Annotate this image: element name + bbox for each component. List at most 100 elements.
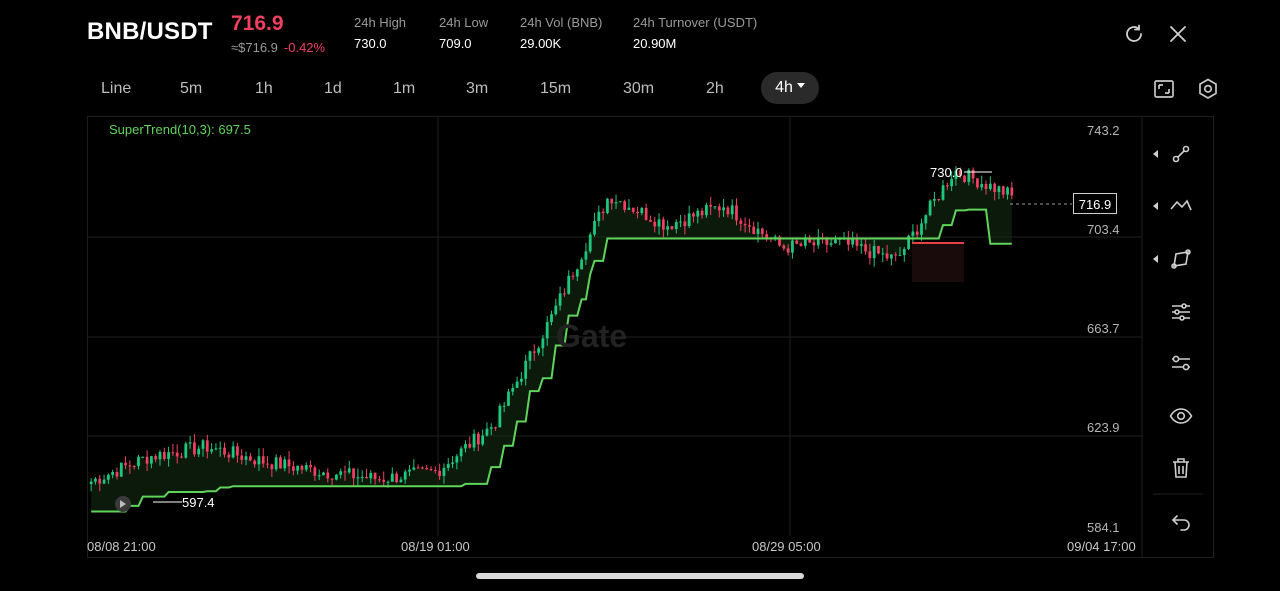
tab-15m[interactable]: 15m (540, 78, 571, 100)
candle-body (335, 474, 338, 480)
pair-title[interactable]: BNB/USDT (87, 18, 213, 46)
candle-body (231, 446, 235, 458)
caret-left-icon (1153, 202, 1158, 210)
caret-left-icon (1153, 150, 1158, 158)
candle-body (489, 427, 493, 429)
candle-body (442, 467, 446, 476)
rotate-icon[interactable] (1122, 22, 1146, 46)
adjust-sliders-icon[interactable] (1168, 298, 1194, 324)
candle-body (700, 210, 704, 216)
candle-body (119, 462, 123, 477)
y-axis-label: 623.9 (1087, 420, 1120, 435)
candle-body (330, 478, 334, 480)
candle-body (722, 207, 725, 211)
tab-1h[interactable]: 1h (255, 78, 273, 100)
trash-icon[interactable] (1168, 455, 1194, 481)
candle-body (597, 211, 601, 222)
tab-5m[interactable]: 5m (180, 78, 202, 100)
tab-3m[interactable]: 3m (466, 78, 488, 100)
shape-tool-icon[interactable] (1168, 246, 1194, 272)
candle-body (369, 472, 373, 479)
eye-icon[interactable] (1168, 403, 1194, 429)
candle-body (111, 472, 115, 475)
candle-body (915, 231, 919, 235)
candle-body (760, 228, 764, 235)
candle-body (261, 456, 265, 464)
candle-body (692, 213, 695, 217)
candle-body (726, 207, 730, 215)
candle-body (713, 206, 717, 208)
tab-4h-dropdown[interactable]: 4h (761, 72, 819, 104)
candle-body (223, 447, 226, 455)
candle-body (210, 449, 213, 452)
candle-body (988, 183, 992, 189)
candle-body (236, 446, 239, 456)
fullscreen-chart-icon[interactable] (1151, 76, 1177, 102)
candle-body (679, 221, 682, 223)
tab-2h[interactable]: 2h (706, 78, 724, 100)
chart-canvas[interactable] (87, 116, 1214, 558)
candle-body (494, 427, 497, 429)
candle-body (558, 293, 562, 306)
tab-1m[interactable]: 1m (393, 78, 415, 100)
candle-body (197, 448, 201, 455)
supertrend-indicator-label[interactable]: SuperTrend(10,3): 697.5 (109, 122, 251, 137)
candle-body (653, 221, 657, 227)
candle-body (291, 466, 295, 471)
candle-body (266, 463, 269, 465)
usd-price: ≈$716.9 (231, 40, 278, 55)
stat-volume-value: 29.00K (520, 36, 562, 51)
candle-body (851, 239, 855, 245)
candle-body (485, 428, 489, 436)
tab-30m[interactable]: 30m (623, 78, 654, 100)
candle-body (743, 223, 747, 226)
candle-body (270, 464, 274, 470)
candle-body (545, 322, 549, 339)
candle-body (459, 448, 463, 457)
x-axis-label: 08/29 05:00 (752, 539, 821, 554)
candle-body (803, 239, 807, 246)
candle-body (670, 226, 674, 230)
trend-tool-icon[interactable] (1168, 193, 1194, 219)
candle-body (567, 275, 571, 294)
undo-icon[interactable] (1168, 508, 1194, 534)
close-icon[interactable] (1166, 22, 1190, 46)
candle-body (352, 468, 355, 479)
candle-body (408, 469, 411, 472)
candle-body (193, 442, 196, 455)
candle-body (313, 467, 317, 476)
candle-body (438, 470, 442, 476)
candle-body (739, 220, 743, 224)
candle-body (618, 201, 622, 203)
candle-body (257, 456, 261, 465)
candle-body (128, 465, 132, 467)
candlestick-chart[interactable] (87, 116, 1214, 558)
candle-body (627, 207, 631, 210)
stat-volume: 24h Vol (BNB) 29.00K (520, 15, 602, 51)
stat-low-value: 709.0 (439, 36, 472, 51)
current-price-tag: 716.9 (1073, 193, 1117, 214)
candle-body (158, 452, 162, 460)
candle-body (980, 183, 984, 188)
candle-body (464, 444, 467, 449)
candle-body (304, 465, 308, 470)
candle-body (98, 478, 102, 484)
tab-line[interactable]: Line (101, 78, 131, 100)
home-indicator[interactable] (476, 573, 804, 579)
candle-body (902, 249, 906, 255)
candle-body (550, 314, 553, 323)
candle-body (976, 178, 979, 188)
tv-logo-icon (115, 496, 131, 512)
candle-body (709, 204, 713, 207)
candle-body (154, 456, 158, 460)
candle-body (795, 240, 799, 244)
indicator-settings-icon[interactable] (1168, 350, 1194, 376)
candle-body (571, 275, 575, 277)
settings-icon[interactable] (1195, 76, 1221, 102)
candle-body (498, 405, 502, 428)
candle-body (563, 293, 566, 295)
candle-body (390, 473, 394, 482)
line-tool-icon[interactable] (1168, 141, 1194, 167)
candle-body (881, 253, 885, 255)
tab-1d[interactable]: 1d (324, 78, 342, 100)
